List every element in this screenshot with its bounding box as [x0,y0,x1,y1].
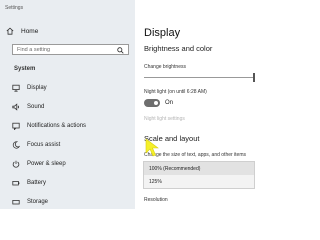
sidebar-item-notifications[interactable]: Notifications & actions [12,120,86,132]
home-nav-item[interactable]: Home [6,27,38,35]
page-title: Display [144,27,181,39]
sidebar-item-label: Storage [27,199,49,205]
night-light-settings-link[interactable]: Night light settings [144,116,185,122]
home-icon [6,27,14,35]
sidebar-item-label: Notifications & actions [27,123,87,129]
search-field[interactable] [12,44,129,55]
notifications-icon [12,122,20,130]
sidebar: Settings Home System Display Sound Notif… [0,0,135,209]
sidebar-item-label: Sound [27,104,45,110]
mouse-cursor-icon [145,138,159,157]
sidebar-item-power-sleep[interactable]: Power & sleep [12,158,66,170]
scale-option[interactable]: 125% [144,175,254,188]
night-light-label: Night light (on until 6:28 AM) [144,89,207,95]
scale-dropdown-list[interactable]: 100% (Recommended) 125% [143,161,255,189]
main-content: Display Brightness and color Change brig… [135,0,300,209]
night-light-state: On [165,100,174,106]
sidebar-item-battery[interactable]: Battery [12,177,46,189]
sidebar-item-display[interactable]: Display [12,82,47,94]
moon-icon [12,141,20,149]
search-input[interactable] [17,46,107,53]
home-label: Home [21,27,39,35]
brightness-slider-track[interactable] [144,77,254,78]
sidebar-item-label: Power & sleep [27,161,66,167]
window-title: Settings [5,5,24,11]
search-icon[interactable] [117,41,124,59]
section-label: System [14,66,36,72]
brightness-slider-thumb[interactable] [253,73,255,82]
brightness-heading: Brightness and color [144,44,213,53]
sidebar-item-label: Battery [27,180,47,186]
brightness-label: Change brightness [144,64,186,70]
sidebar-item-focus-assist[interactable]: Focus assist [12,139,60,151]
toggle-knob [154,101,158,105]
sidebar-item-label: Focus assist [27,142,61,148]
power-icon [12,160,20,168]
battery-icon [12,179,20,187]
night-light-toggle[interactable] [144,99,160,107]
speaker-icon [12,103,20,111]
resolution-label: Resolution [144,197,168,203]
scale-option[interactable]: 100% (Recommended) [144,162,254,175]
monitor-icon [12,84,20,92]
sidebar-item-sound[interactable]: Sound [12,101,44,113]
sidebar-item-label: Display [27,85,47,91]
storage-icon [12,198,20,206]
sidebar-item-storage[interactable]: Storage [12,196,48,208]
